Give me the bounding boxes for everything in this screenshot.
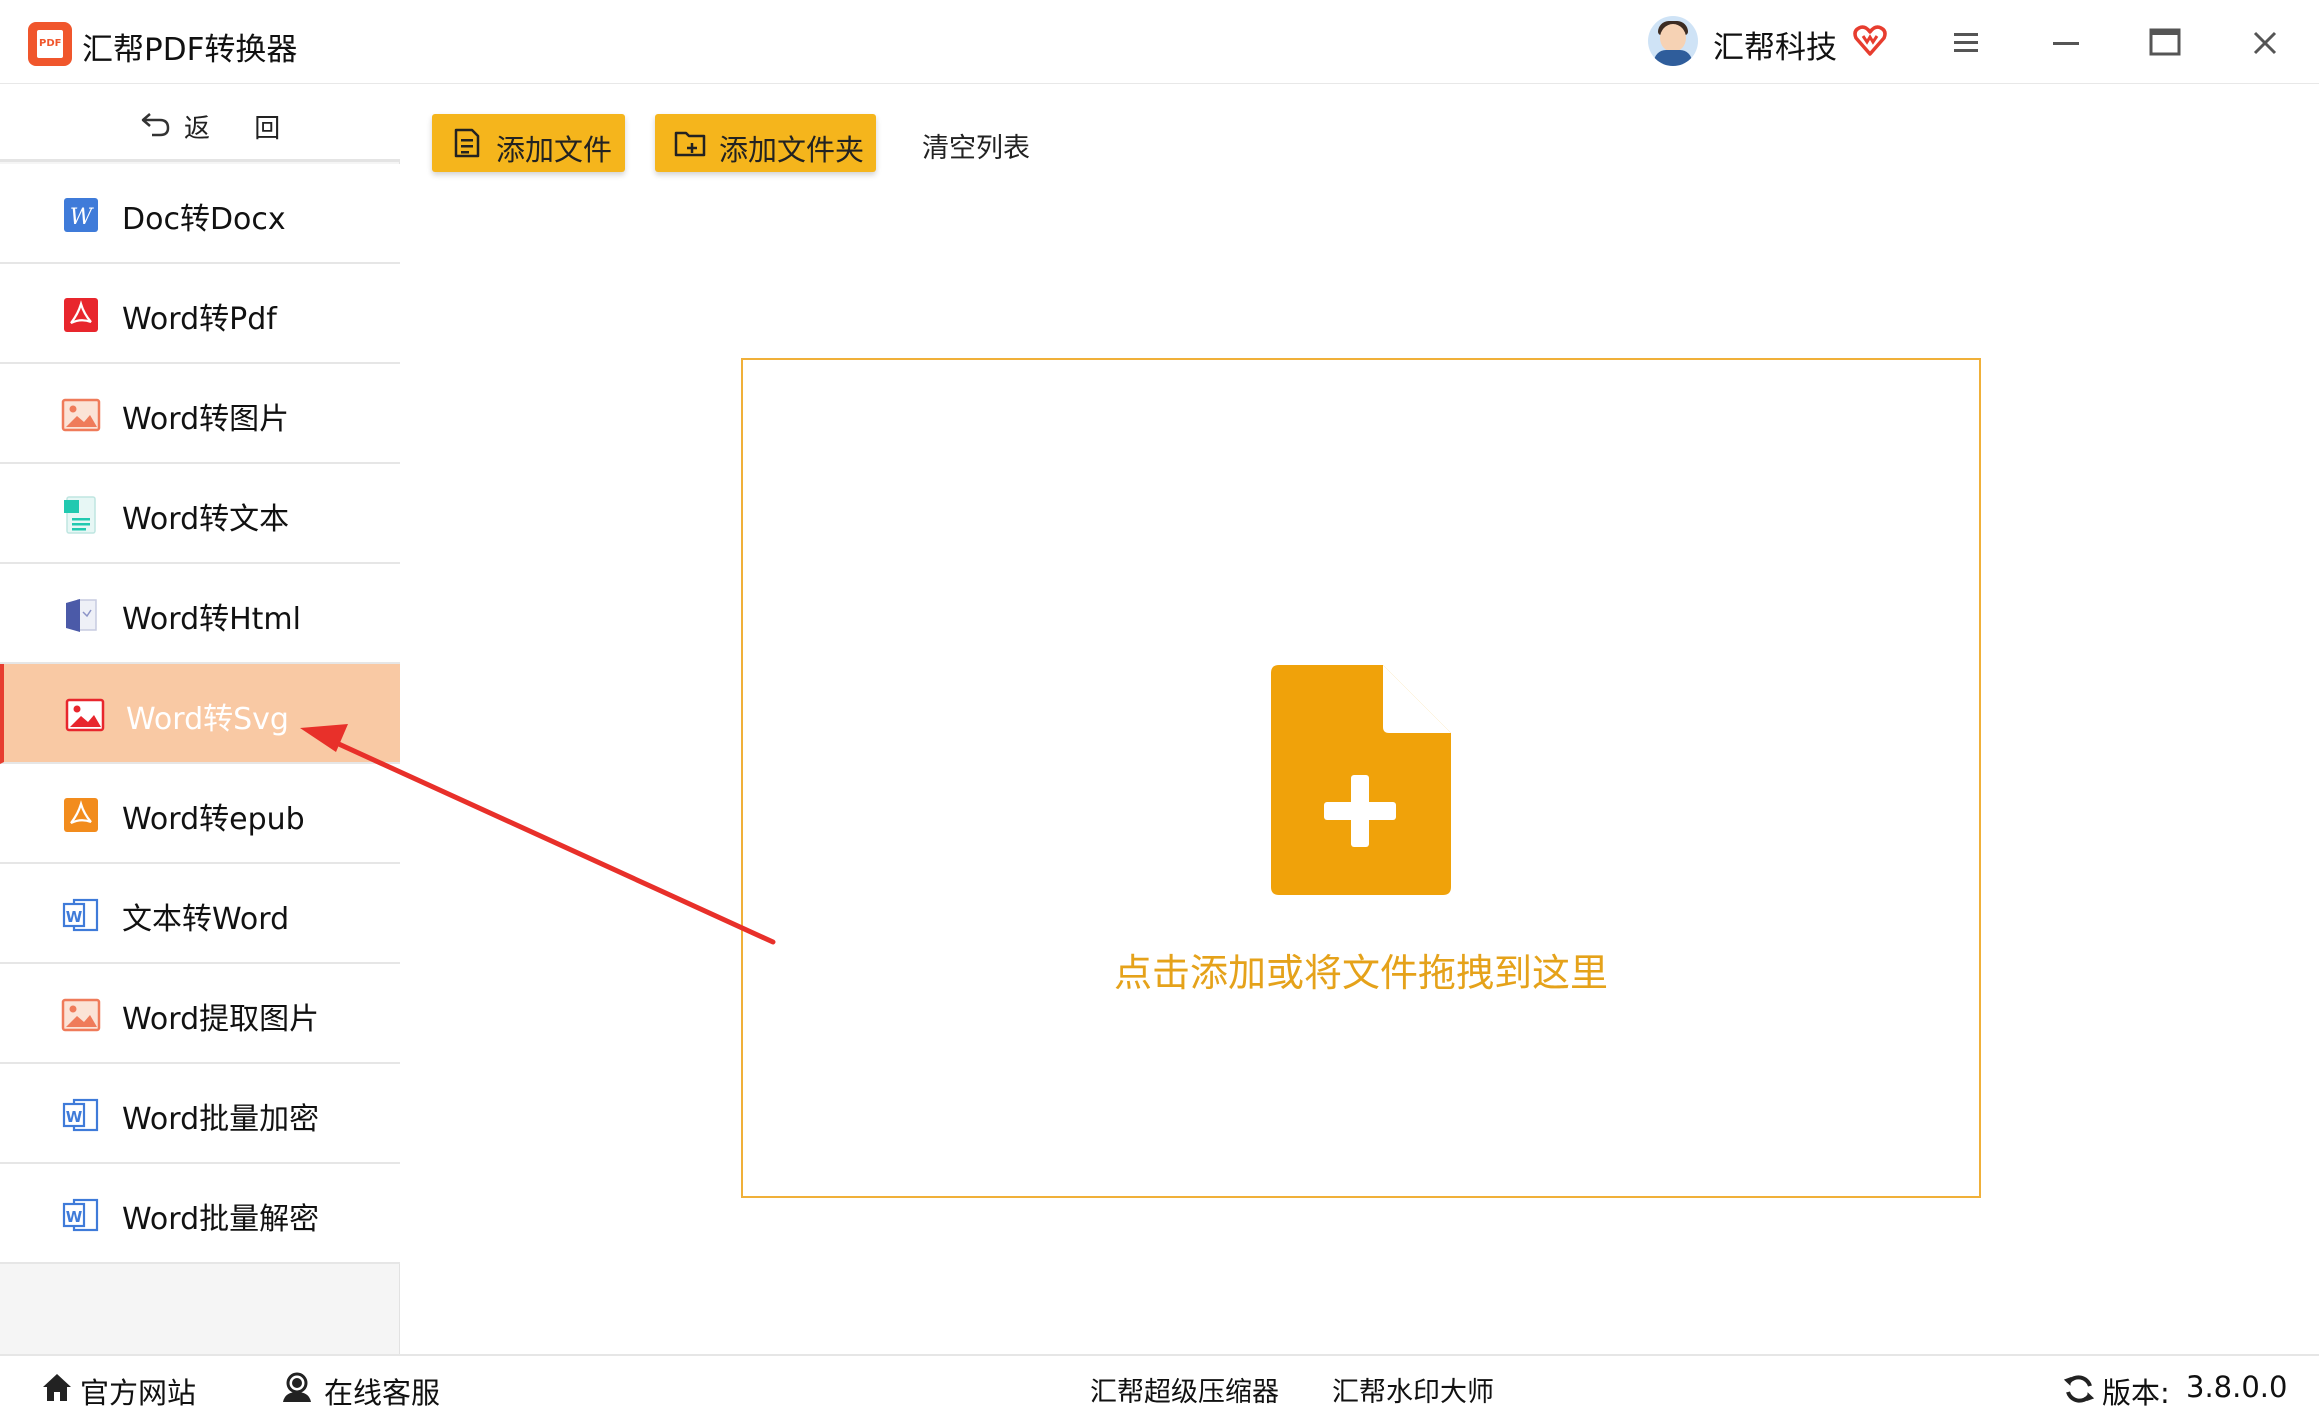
sidebar-item-label: Word转epub (122, 802, 305, 837)
compressor-link[interactable]: 汇帮超级压缩器 (1090, 1370, 1279, 1409)
app-title: 汇帮PDF转换器 (82, 32, 298, 68)
word-outline-icon: W (62, 1098, 99, 1132)
sidebar-item-word-to-text[interactable]: Word转文本 (0, 464, 400, 564)
svg-text:W: W (66, 1108, 83, 1126)
app-logo-icon: PDF (28, 22, 72, 66)
clear-list-button[interactable]: 清空列表 (922, 126, 1030, 165)
home-icon[interactable] (40, 1370, 74, 1404)
sidebar-item-word-batch-decrypt[interactable]: W Word批量解密 (0, 1164, 400, 1264)
pdf-acrobat-icon (64, 298, 98, 332)
sidebar-item-label: Word转Svg (126, 702, 289, 737)
app-logo-text: PDF (39, 38, 62, 49)
customer-service-icon[interactable] (280, 1370, 314, 1404)
word-w-icon: W (64, 198, 98, 232)
svg-text:W: W (66, 908, 83, 926)
sidebar-item-word-to-svg[interactable]: Word转Svg (0, 664, 400, 764)
app-window: PDF 汇帮PDF转换器 汇帮科技 返 回 W Doc转Docx Word转Pd… (0, 0, 2319, 1419)
title-bar: PDF 汇帮PDF转换器 汇帮科技 (0, 0, 2319, 84)
conversion-menu: W Doc转Docx Word转Pdf Word转图片 Word转文本 Word… (0, 164, 400, 1264)
watermark-link[interactable]: 汇帮水印大师 (1332, 1370, 1494, 1409)
sidebar: 返 回 W Doc转Docx Word转Pdf Word转图片 Word转文本 … (0, 84, 400, 1354)
epub-icon (64, 798, 98, 832)
back-button[interactable]: 返 回 (0, 84, 400, 162)
maximize-icon[interactable] (2140, 18, 2190, 68)
add-folder-button[interactable]: 添加文件夹 (655, 114, 876, 172)
version-label: 版本: (2102, 1376, 2170, 1410)
add-file-button[interactable]: 添加文件 (432, 114, 625, 172)
official-site-link[interactable]: 官方网站 (80, 1370, 196, 1412)
sidebar-item-doc-to-docx[interactable]: W Doc转Docx (0, 164, 400, 264)
sidebar-item-label: 文本转Word (122, 902, 290, 937)
sidebar-item-label: Word转Html (122, 602, 301, 637)
sidebar-item-label: Word批量加密 (122, 1102, 320, 1137)
back-label: 返 回 (184, 114, 299, 144)
sidebar-item-label: Word转图片 (122, 402, 290, 437)
word-outline-icon: W (62, 898, 99, 932)
word-outline-icon: W (62, 1198, 99, 1232)
sidebar-item-text-to-word[interactable]: W 文本转Word (0, 864, 400, 964)
add-file-label: 添加文件 (496, 133, 613, 167)
image-icon (61, 398, 101, 432)
add-folder-icon (674, 131, 706, 157)
minimize-icon[interactable] (2040, 18, 2090, 68)
sidebar-item-label: Word转Pdf (122, 302, 277, 337)
sidebar-item-label: Word提取图片 (122, 1002, 320, 1037)
menu-icon[interactable] (1940, 18, 1990, 68)
svg-text:W: W (66, 1208, 83, 1226)
sidebar-item-word-batch-encrypt[interactable]: W Word批量加密 (0, 1064, 400, 1164)
close-icon[interactable] (2240, 18, 2290, 68)
back-arrow-icon (141, 113, 170, 137)
text-doc-icon (64, 496, 96, 534)
online-service-link[interactable]: 在线客服 (324, 1370, 440, 1412)
add-folder-label: 添加文件夹 (719, 133, 865, 167)
toolbar: 添加文件 添加文件夹 清空列表 (400, 84, 2319, 194)
sidebar-item-word-extract-images[interactable]: Word提取图片 (0, 964, 400, 1064)
footer-bar: 官方网站 在线客服 汇帮超级压缩器 汇帮水印大师 版本: 3.8.0.0 (0, 1354, 2319, 1419)
avatar[interactable] (1648, 16, 1698, 66)
file-drop-zone[interactable]: 点击添加或将文件拖拽到这里 (741, 358, 1981, 1198)
sidebar-item-word-to-epub[interactable]: Word转epub (0, 764, 400, 864)
sidebar-item-word-to-pdf[interactable]: Word转Pdf (0, 264, 400, 364)
add-file-large-icon (1271, 665, 1451, 895)
refresh-icon[interactable] (2062, 1372, 2096, 1406)
svg-text:W: W (70, 205, 95, 230)
vip-heart-icon[interactable] (1852, 22, 1888, 58)
sidebar-item-label: Word批量解密 (122, 1202, 320, 1237)
user-name[interactable]: 汇帮科技 (1713, 22, 1837, 67)
image-icon (61, 998, 101, 1032)
sidebar-item-label: Word转文本 (122, 502, 290, 537)
sidebar-item-word-to-html[interactable]: Word转Html (0, 564, 400, 664)
sidebar-item-word-to-image[interactable]: Word转图片 (0, 364, 400, 464)
sidebar-item-label: Doc转Docx (122, 202, 286, 237)
drop-zone-hint: 点击添加或将文件拖拽到这里 (1113, 951, 1608, 995)
add-file-icon (454, 128, 480, 158)
svg-image-icon (65, 698, 105, 732)
html-doc-icon (66, 599, 97, 632)
version-value: 3.8.0.0 (2186, 1370, 2288, 1404)
